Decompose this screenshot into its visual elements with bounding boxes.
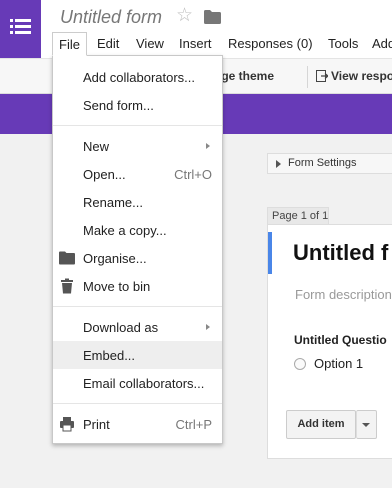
menu-item-download-as[interactable]: Download as (53, 313, 222, 341)
file-menu: Add collaborators... Send form... New Op… (52, 55, 223, 444)
menu-tools[interactable]: Tools (322, 32, 364, 56)
dropdown-arrow-icon (362, 423, 370, 427)
view-responses-button[interactable]: View respo (316, 69, 392, 83)
menu-item-label: Open... (83, 167, 126, 182)
menu-item-label: Move to bin (83, 279, 151, 294)
folder-icon (59, 250, 75, 266)
submenu-arrow-icon (206, 324, 210, 330)
folder-icon[interactable] (204, 10, 221, 24)
add-item-button[interactable]: Add item (286, 410, 356, 439)
menu-item-label: Rename... (83, 195, 143, 210)
expand-triangle-icon (276, 160, 281, 168)
app-menu-button[interactable] (0, 0, 41, 58)
form-settings-toggle[interactable]: Form Settings (267, 153, 392, 174)
option-label[interactable]: Option 1 (314, 356, 363, 371)
view-responses-icon (316, 70, 329, 82)
form-title[interactable]: Untitled f (293, 240, 388, 266)
menu-separator (53, 306, 222, 307)
submenu-arrow-icon (206, 143, 210, 149)
menu-item-label: Download as (83, 320, 159, 335)
option-radio[interactable] (294, 358, 306, 370)
menu-item-make-copy[interactable]: Make a copy... (53, 216, 222, 244)
menu-separator (53, 125, 222, 126)
menu-item-move-to-bin[interactable]: Move to bin (53, 272, 222, 300)
title-focus-accent (268, 232, 272, 274)
form-card: Untitled f Form description Untitled Que… (267, 224, 392, 459)
form-description-field[interactable]: Form description (295, 287, 392, 302)
menu-item-send-form[interactable]: Send form... (53, 91, 222, 119)
print-icon (59, 416, 75, 432)
menu-item-label: New (83, 139, 110, 154)
menu-item-new[interactable]: New (53, 132, 222, 160)
menu-item-print[interactable]: Print Ctrl+P (53, 410, 222, 438)
menu-view[interactable]: View (130, 32, 170, 56)
page-indicator: Page 1 of 1 (267, 207, 329, 225)
add-item-dropdown[interactable] (356, 410, 377, 439)
menu-item-label: Make a copy... (83, 223, 167, 238)
star-icon[interactable]: ☆ (176, 6, 193, 25)
menu-responses[interactable]: Responses (0) (222, 32, 319, 56)
trash-icon (59, 278, 75, 294)
menu-item-shortcut: Ctrl+P (175, 417, 212, 432)
menu-item-label: Add collaborators... (83, 70, 196, 85)
menu-edit[interactable]: Edit (91, 32, 125, 56)
menu-item-label: Print (83, 417, 110, 432)
menu-add-ons[interactable]: Add (366, 32, 392, 56)
document-title[interactable]: Untitled form (60, 7, 162, 28)
menu-item-embed[interactable]: Embed... (53, 341, 222, 369)
menu-item-shortcut: Ctrl+O (174, 167, 212, 182)
menu-bar: File Edit View Insert Responses (0) Tool… (52, 32, 392, 56)
toolbar-divider (307, 66, 308, 88)
menu-insert[interactable]: Insert (173, 32, 218, 56)
hamburger-icon (10, 19, 31, 35)
app-header: Untitled form ☆ File Edit View Insert Re… (0, 0, 392, 58)
menu-item-open[interactable]: Open... Ctrl+O (53, 160, 222, 188)
menu-item-label: Organise... (83, 251, 147, 266)
menu-item-add-collaborators[interactable]: Add collaborators... (53, 63, 222, 91)
menu-file[interactable]: File (52, 32, 87, 56)
menu-item-rename[interactable]: Rename... (53, 188, 222, 216)
menu-item-label: Send form... (83, 98, 154, 113)
view-responses-label: View respo (331, 69, 392, 83)
menu-item-email-collaborators[interactable]: Email collaborators... (53, 369, 222, 397)
menu-item-label: Embed... (83, 348, 136, 363)
form-settings-label: Form Settings (288, 157, 357, 169)
question-title[interactable]: Untitled Questio (294, 333, 387, 347)
menu-item-label: Email collaborators... (83, 376, 205, 391)
menu-item-organise[interactable]: Organise... (53, 244, 222, 272)
menu-separator (53, 403, 222, 404)
